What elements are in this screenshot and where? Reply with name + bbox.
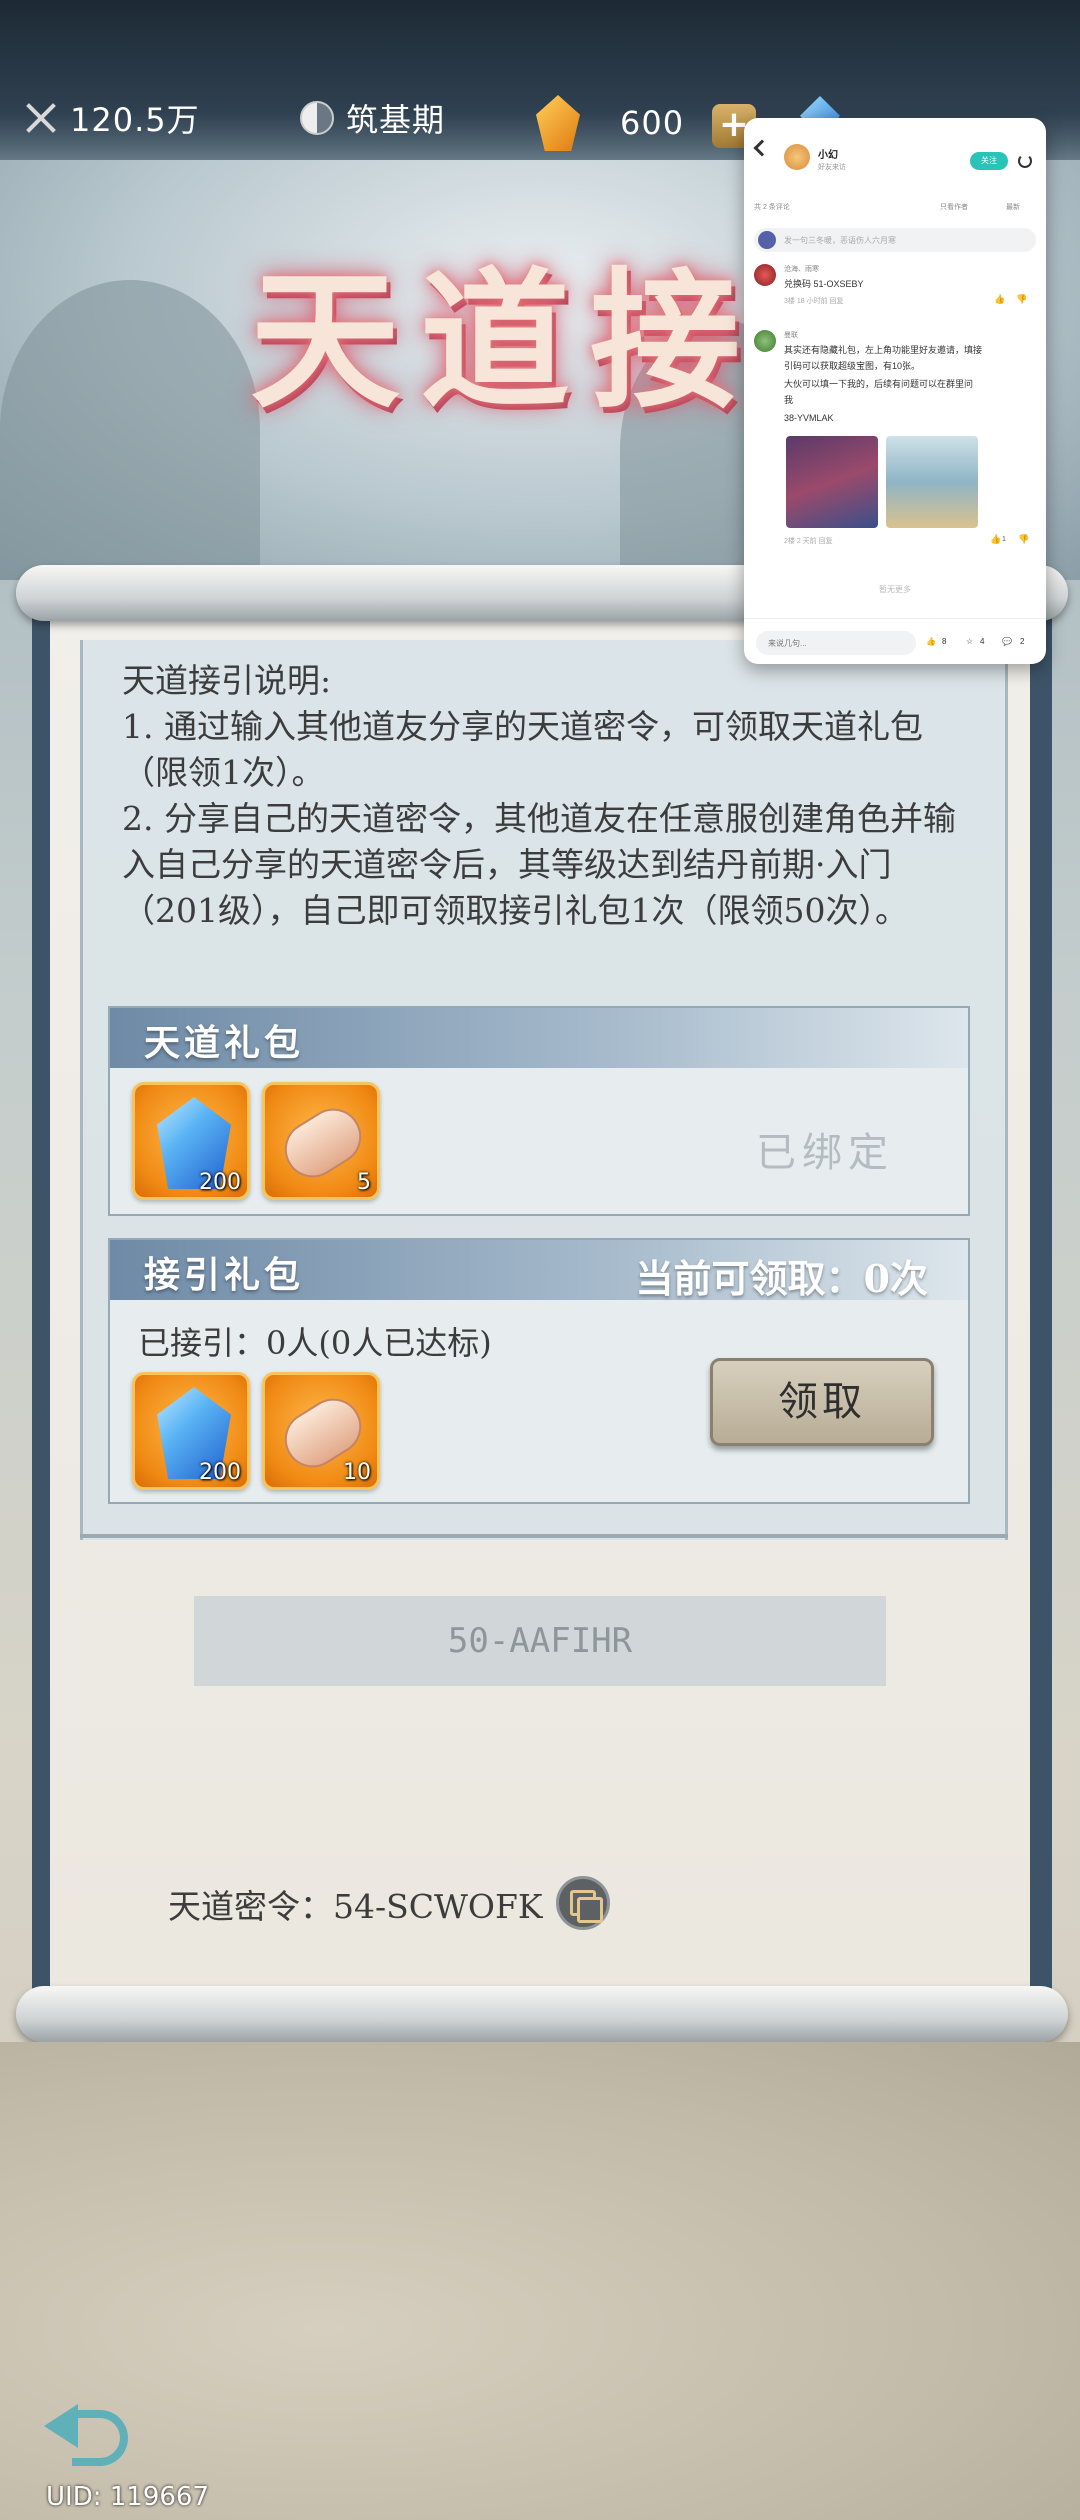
crossed-swords-icon [22, 99, 60, 137]
rules-description: 天道接引说明: 1. 通过输入其他道友分享的天道密令，可领取天道礼包（限领1次）… [122, 658, 958, 934]
like-icon[interactable]: 👍 [994, 294, 1005, 305]
claim-button[interactable]: 领取 [710, 1358, 934, 1446]
comment-prompt: 来说几句... [768, 639, 807, 648]
item-count: 200 [199, 1170, 241, 1195]
combat-power: 120.5万 [22, 95, 200, 141]
comment-box[interactable]: 来说几句... [756, 631, 916, 655]
comment-time: 2楼 2 天前 回复 [784, 538, 833, 545]
reward-item-crystal[interactable]: 200 [132, 1372, 250, 1490]
gold-gem-icon [536, 95, 580, 151]
filter-author-toggle[interactable]: 只看作者 [940, 202, 968, 212]
comment-count: 共 2 条评论 [754, 204, 790, 211]
comment-input[interactable]: 发一句三冬暖，恶语伤人六月寒 [754, 228, 1036, 252]
taiji-icon [300, 101, 334, 135]
my-invite-code: 天道密令：54-SCWOFK [168, 1887, 543, 1926]
rules-line-2: 2. 分享自己的天道密令，其他道友在任意服创建角色并输入自己分享的天道密令后，其… [122, 799, 956, 930]
star-count: 4 [980, 637, 985, 646]
pack-title: 接引礼包 [144, 1254, 305, 1296]
gold-gem-counter: 600 [536, 95, 684, 151]
comment-text: 大伙可以填一下我的，后续有问题可以在群里问 [784, 379, 974, 389]
copy-code-button[interactable] [556, 1876, 610, 1930]
mountain-decor [0, 280, 260, 580]
gold-gem-value: 600 [620, 104, 685, 142]
follow-button[interactable]: 关注 [970, 152, 1008, 170]
item-count: 5 [357, 1170, 371, 1195]
jieyin-gift-pack: 接引礼包 当前可领取：0次 已接引：0人(0人已达标) 200 10 领取 [108, 1238, 970, 1504]
sort-toggle[interactable]: 最新 [1006, 202, 1020, 212]
item-count: 10 [343, 1460, 371, 1485]
invited-count: 已接引：0人(0人已达标) [138, 1324, 492, 1362]
claimable-count: 当前可领取：0次 [635, 1256, 928, 1301]
panel-header: 小幻 好友来访 关注 [744, 118, 1046, 184]
avatar [758, 231, 776, 249]
reply-count: 2 [1020, 637, 1025, 646]
tiandao-gift-pack: 天道礼包 200 5 已绑定 [108, 1006, 970, 1216]
comment-time: 3楼 18 小时前 回复 [784, 298, 844, 305]
combat-power-value: 120.5万 [70, 101, 200, 139]
like-count: 1 [1002, 536, 1006, 543]
reward-item-scroll[interactable]: 10 [262, 1372, 380, 1490]
like-icon[interactable]: 👍 [926, 637, 936, 646]
dislike-icon[interactable]: 👎 [1016, 294, 1027, 305]
reward-item-scroll[interactable]: 5 [262, 1082, 380, 1200]
code-input[interactable]: 50-AAFIHR [194, 1596, 886, 1686]
comment-author: 曼联 [784, 332, 798, 339]
item-count: 200 [199, 1460, 241, 1485]
social-overlay-panel: 小幻 好友来访 关注 共 2 条评论 只看作者 最新 发一句三冬暖，恶语伤人六月… [744, 118, 1046, 664]
rules-heading: 天道接引说明: [122, 661, 332, 700]
avatar[interactable] [784, 144, 810, 170]
no-more-label: 暂无更多 [879, 585, 911, 594]
comment-text: 兑换码 51-OXSEBY [784, 279, 864, 289]
like-icon[interactable]: 👍 [990, 534, 1001, 545]
reply-icon[interactable]: 💬 [1002, 637, 1012, 646]
like-count: 8 [942, 637, 947, 646]
pack-title: 天道礼包 [144, 1022, 305, 1064]
comment-code: 38-YVMLAK [784, 413, 834, 423]
comment-text: 其实还有隐藏礼包，左上角功能里好友邀请，填接 [784, 345, 983, 355]
panel-user-name: 小幻 [818, 150, 838, 161]
dislike-icon[interactable]: 👎 [1018, 534, 1029, 545]
comment-author: 沧海、雨寒 [784, 266, 819, 273]
back-icon[interactable] [753, 139, 771, 157]
star-icon[interactable]: ☆ [966, 637, 973, 646]
panel-footer: 来说几句... 👍 8 ☆ 4 💬 2 [744, 618, 1046, 664]
back-arrow-icon[interactable] [44, 2390, 128, 2466]
comment-text: 引码可以获取超级宝图，有10张。 [784, 361, 921, 371]
comment-text: 我 [784, 395, 794, 405]
comment-placeholder: 发一句三冬暖，恶语伤人六月寒 [784, 236, 896, 245]
divider [80, 1534, 1008, 1538]
comment-image[interactable] [786, 436, 878, 528]
avatar[interactable] [754, 264, 776, 286]
background-ground [0, 2042, 1080, 2520]
comment-image[interactable] [886, 436, 978, 528]
reward-item-crystal[interactable]: 200 [132, 1082, 250, 1200]
avatar[interactable] [754, 330, 776, 352]
rules-line-1: 1. 通过输入其他道友分享的天道密令，可领取天道礼包（限领1次）。 [122, 707, 923, 792]
bound-status-label: 已绑定 [756, 1130, 894, 1176]
pack-header: 天道礼包 [110, 1008, 968, 1068]
panel-user-sub: 好友来访 [818, 164, 846, 171]
realm-value: 筑基期 [346, 101, 446, 139]
scroll-rod-bottom [16, 1986, 1068, 2042]
pack-header: 接引礼包 当前可领取：0次 [110, 1240, 968, 1301]
user-id: UID: 119667 [46, 2482, 209, 2512]
refresh-icon[interactable] [1018, 154, 1032, 168]
cultivation-realm: 筑基期 [300, 95, 445, 141]
